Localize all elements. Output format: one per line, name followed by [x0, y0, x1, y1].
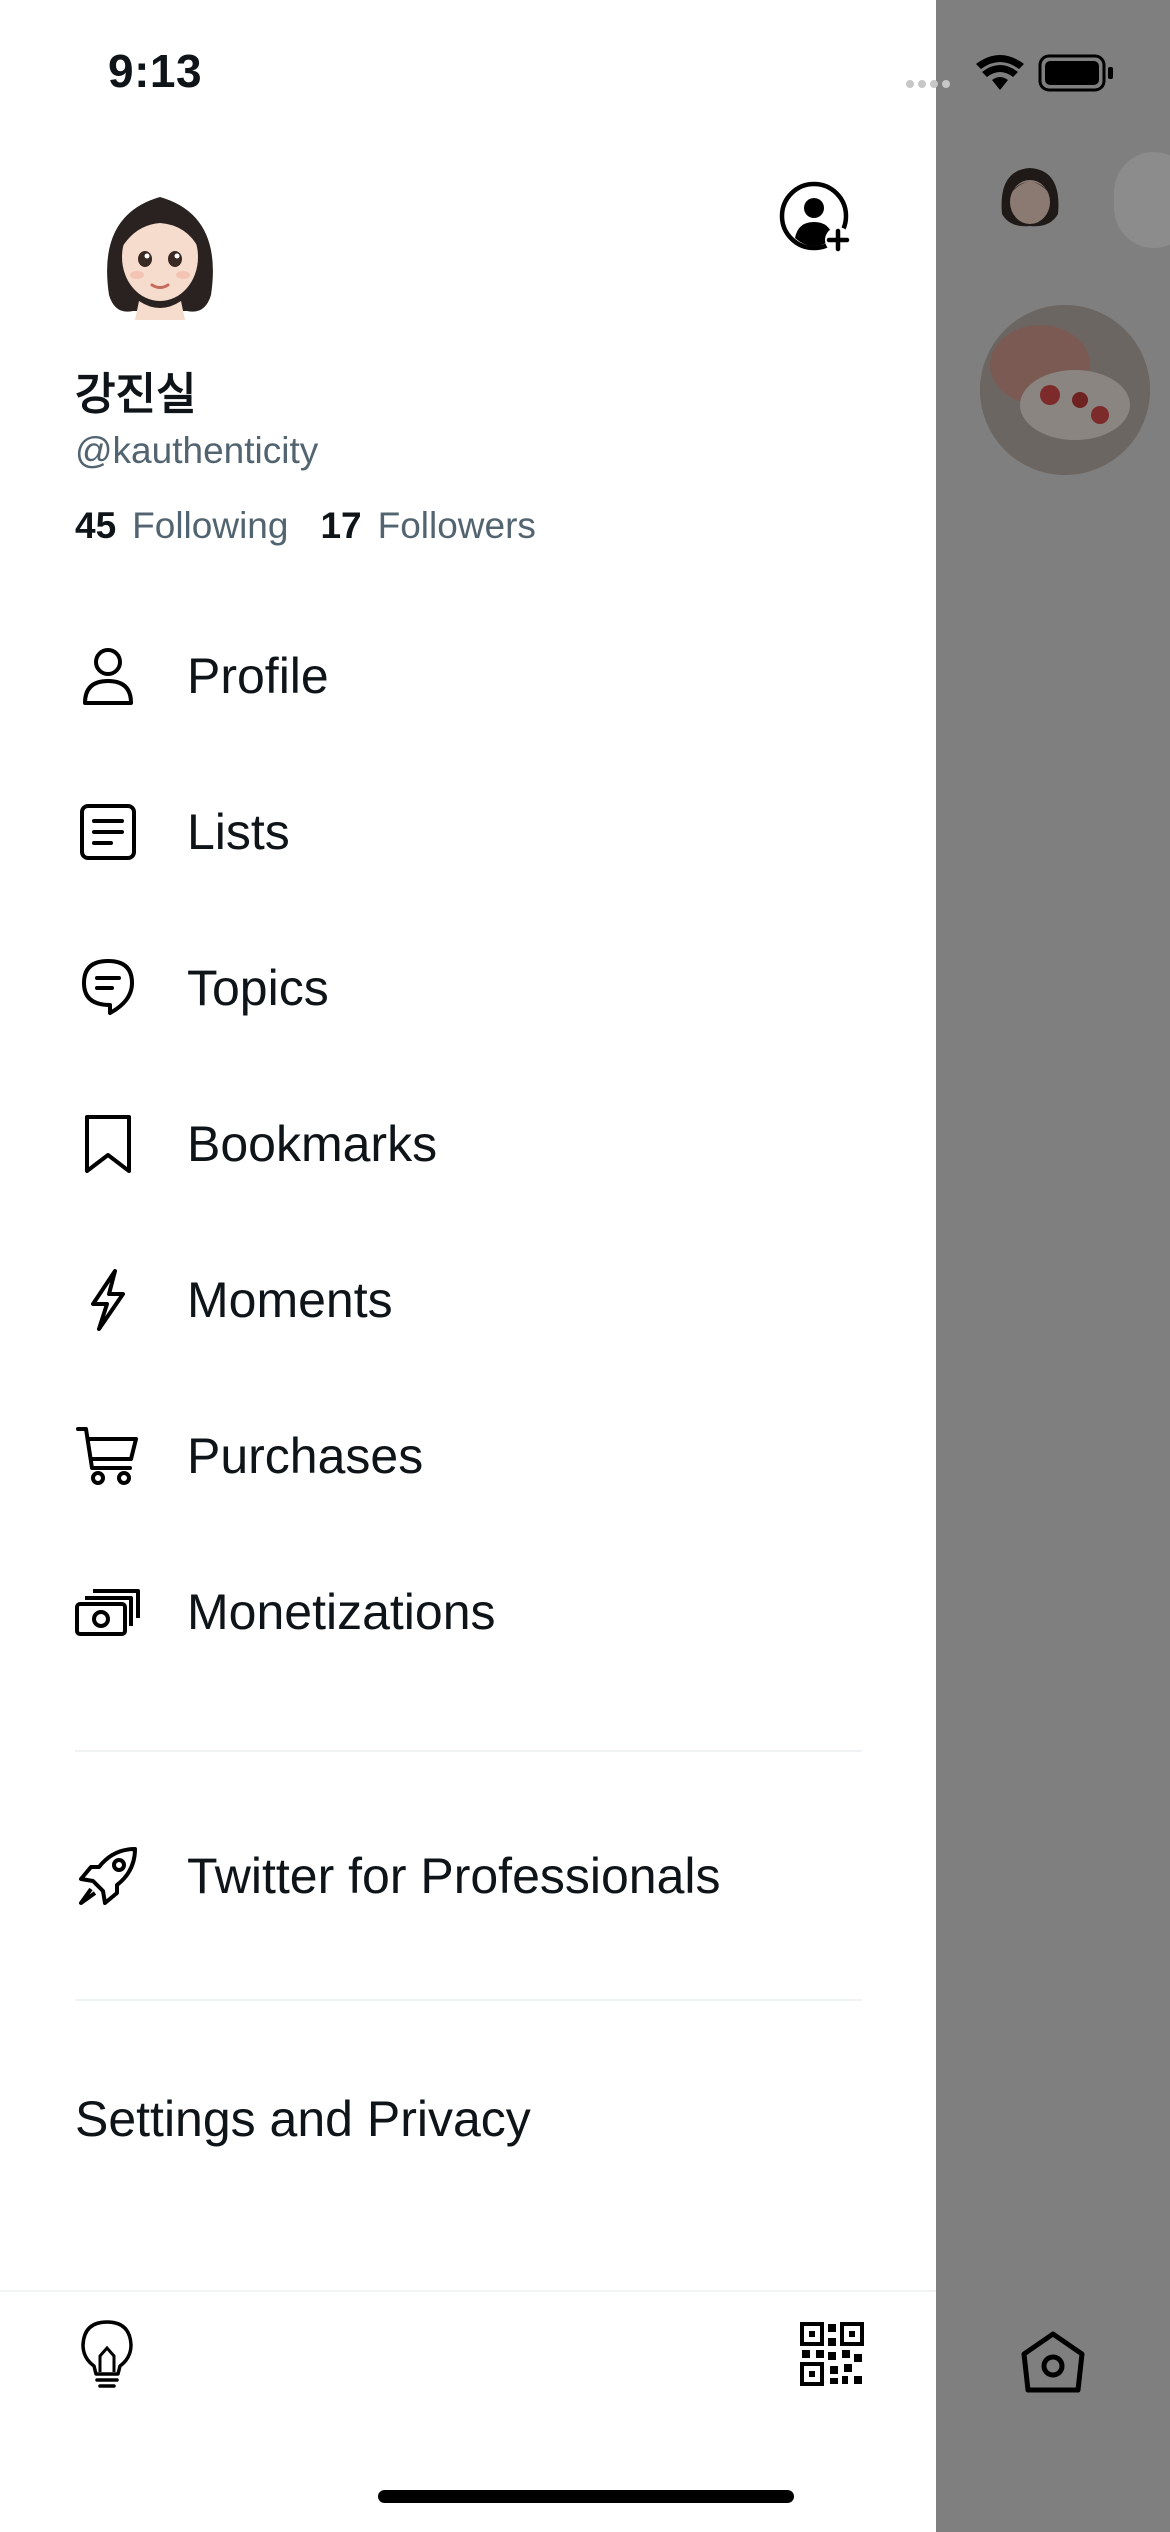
menu-label: Purchases: [187, 1428, 424, 1484]
rocket-icon: [75, 1843, 141, 1909]
bookmark-icon: [75, 1111, 141, 1177]
display-name[interactable]: 강진실: [75, 358, 196, 422]
menu-item-professionals[interactable]: Twitter for Professionals: [75, 1831, 721, 1921]
menu-item-purchases[interactable]: Purchases: [75, 1411, 423, 1501]
menu-divider: [75, 1999, 862, 2001]
menu-item-lists[interactable]: Lists: [75, 787, 290, 877]
bottom-divider: [0, 2290, 936, 2292]
status-time: 9:13: [108, 45, 203, 97]
followers-stat[interactable]: 17 Followers: [320, 505, 535, 547]
user-handle: @kauthenticity: [75, 430, 319, 471]
home-tab-icon[interactable]: [1018, 2328, 1088, 2398]
menu-label: Twitter for Professionals: [187, 1848, 721, 1904]
home-indicator: [378, 2490, 794, 2503]
qr-code-icon[interactable]: [800, 2322, 864, 2386]
menu-label: Lists: [187, 804, 290, 860]
lightbulb-icon[interactable]: [78, 2318, 136, 2390]
menu-label: Profile: [187, 648, 329, 704]
background-search-pill: [1114, 152, 1170, 248]
followers-label: Followers: [377, 505, 536, 546]
lightning-icon: [75, 1267, 141, 1333]
menu-label: Topics: [187, 960, 329, 1016]
cart-icon: [75, 1423, 141, 1489]
profile-avatar[interactable]: [95, 185, 225, 320]
menu-item-moments[interactable]: Moments: [75, 1255, 393, 1345]
menu-label: Moments: [187, 1272, 393, 1328]
following-count: 45: [75, 505, 117, 546]
signal-icon: [906, 80, 950, 88]
menu-label: Bookmarks: [187, 1116, 438, 1172]
topic-bubble-icon: [75, 955, 141, 1021]
followers-count: 17: [320, 505, 362, 546]
menu-item-profile[interactable]: Profile: [75, 631, 329, 721]
menu-item-topics[interactable]: Topics: [75, 943, 329, 1033]
side-drawer: 9:13 강진실 @kauthenticity 45 Following 17 …: [0, 0, 1113, 2532]
menu-divider: [75, 1750, 862, 1752]
wifi-icon: [976, 55, 1024, 90]
settings-and-privacy-link[interactable]: Settings and Privacy: [75, 2090, 531, 2148]
add-account-icon[interactable]: [778, 180, 854, 256]
battery-icon: [1038, 54, 1113, 92]
following-label: Following: [132, 505, 289, 546]
menu-item-bookmarks[interactable]: Bookmarks: [75, 1099, 437, 1189]
list-icon: [75, 799, 141, 865]
follow-stats: 45 Following 17 Followers: [75, 505, 568, 547]
person-icon: [75, 643, 141, 709]
status-indicators: [904, 54, 1124, 94]
menu-label: Monetizations: [187, 1584, 496, 1640]
background-avatar: [990, 158, 1070, 238]
money-icon: [75, 1579, 141, 1645]
following-stat[interactable]: 45 Following: [75, 505, 288, 547]
menu-item-monetizations[interactable]: Monetizations: [75, 1567, 496, 1657]
background-tweet-image: [980, 305, 1150, 475]
